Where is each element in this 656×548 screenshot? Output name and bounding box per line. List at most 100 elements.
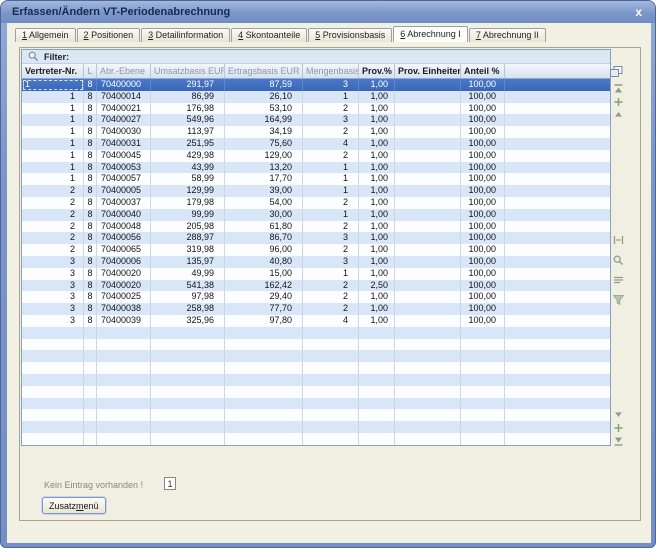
table-row[interactable]: 3870400039325,9697,8041,00100,00	[22, 315, 610, 327]
grid-filter-row[interactable]: Filter:	[22, 50, 610, 64]
scroll-bottom-icon[interactable]	[613, 436, 626, 448]
close-button[interactable]: x	[635, 1, 642, 23]
cell-vertreter: 1	[22, 103, 84, 115]
empty-row[interactable]	[22, 327, 610, 339]
empty-row[interactable]	[22, 409, 610, 421]
column-width-icon[interactable]	[613, 235, 626, 247]
column-header-mengen[interactable]: Mengenbasis	[303, 64, 359, 78]
tab-skontoanteile[interactable]: 4 Skontoanteile	[231, 28, 307, 42]
cell-ebene: 70400021	[97, 103, 151, 115]
column-header-einheiten[interactable]: Prov. Einheiten	[395, 64, 461, 78]
cell-ebene: 70400045	[97, 150, 151, 162]
table-row[interactable]: 3870400038258,9877,7021,00100,00	[22, 303, 610, 315]
records-icon[interactable]	[613, 275, 626, 287]
cell-anteil: 100,00	[461, 91, 505, 103]
empty-row[interactable]	[22, 386, 610, 398]
table-row[interactable]: 2870400056288,9786,7031,00100,00	[22, 232, 610, 244]
cell-filler	[505, 114, 610, 126]
cell-mengen	[303, 339, 359, 351]
cell-ebene: 70400031	[97, 138, 151, 150]
cell-einheiten	[395, 339, 461, 351]
table-row[interactable]: 2870400048205,9861,8021,00100,00	[22, 221, 610, 233]
cell-l	[84, 327, 97, 339]
page-indicator: 1	[164, 477, 176, 490]
tab-abrechnung-ii[interactable]: 7 Abrechnung II	[469, 28, 546, 42]
empty-row[interactable]	[22, 350, 610, 362]
table-row[interactable]: 187040005343,9913,2011,00100,00	[22, 162, 610, 174]
column-header-ebene[interactable]: Abr.-Ebene	[97, 64, 151, 78]
row-up-icon[interactable]	[613, 110, 626, 122]
column-header-ertrag[interactable]: Ertragsbasis EUR	[225, 64, 303, 78]
cell-l: 8	[84, 79, 97, 91]
empty-row[interactable]	[22, 362, 610, 374]
cell-ertrag: 29,40	[225, 291, 303, 303]
cell-einheiten	[395, 138, 461, 150]
cell-ebene	[97, 433, 151, 445]
cell-ertrag: 34,19	[225, 126, 303, 138]
column-header-vertreter[interactable]: Vertreter-Nr.	[22, 64, 84, 78]
table-row[interactable]: 3870400020541,38162,4222,50100,00	[22, 280, 610, 292]
table-row[interactable]: 2870400065319,9896,0021,00100,00	[22, 244, 610, 256]
empty-row[interactable]	[22, 421, 610, 433]
column-header-umsatz[interactable]: Umsatzbasis EUR	[151, 64, 225, 78]
column-header-prov[interactable]: Prov.%	[359, 64, 395, 78]
cell-anteil	[461, 409, 505, 421]
cell-vertreter: 2	[22, 197, 84, 209]
cell-anteil: 100,00	[461, 173, 505, 185]
tab-detailinformation[interactable]: 3 Detailinformation	[141, 28, 230, 42]
cell-filler	[505, 103, 610, 115]
table-row[interactable]: 187040001486,9926,1011,00100,00	[22, 91, 610, 103]
table-row[interactable]: 1870400045429,98129,0021,00100,00	[22, 150, 610, 162]
column-chooser-icon[interactable]	[610, 66, 623, 78]
page-down-icon[interactable]	[613, 423, 626, 435]
cell-ebene: 70400040	[97, 209, 151, 221]
filter-icon[interactable]	[613, 295, 626, 307]
cell-mengen: 2	[303, 291, 359, 303]
table-row[interactable]: 187040005758,9917,7011,00100,00	[22, 173, 610, 185]
cell-l: 8	[84, 150, 97, 162]
table-row[interactable]: 1870400030113,9734,1921,00100,00	[22, 126, 610, 138]
cell-prov	[359, 421, 395, 433]
empty-row[interactable]	[22, 339, 610, 351]
cell-vertreter: 2	[22, 232, 84, 244]
scroll-top-icon[interactable]	[613, 84, 626, 96]
cell-mengen: 1	[303, 268, 359, 280]
column-header-anteil[interactable]: Anteil %	[461, 64, 505, 78]
cell-ebene: 70400065	[97, 244, 151, 256]
cell-vertreter: 1	[22, 150, 84, 162]
tab-positionen[interactable]: 2 Positionen	[77, 28, 141, 42]
page-up-icon[interactable]	[613, 97, 626, 109]
table-row[interactable]: 1870400031251,9575,6041,00100,00	[22, 138, 610, 150]
table-row[interactable]: 1870400000291,9787,5931,00100,00	[22, 79, 610, 91]
table-row[interactable]: 387040002049,9915,0011,00100,00	[22, 268, 610, 280]
cell-anteil: 100,00	[461, 114, 505, 126]
tab-abrechnung-i[interactable]: 6 Abrechnung I	[393, 26, 468, 42]
title-bar[interactable]: Erfassen/Ändern VT-Periodenabrechnung x	[1, 1, 655, 23]
cell-anteil: 100,00	[461, 126, 505, 138]
cell-mengen: 4	[303, 315, 359, 327]
cell-einheiten	[395, 386, 461, 398]
tab-allgemein[interactable]: 1 Allgemein	[15, 28, 76, 42]
table-row[interactable]: 1870400021176,9853,1021,00100,00	[22, 103, 610, 115]
cell-l: 8	[84, 244, 97, 256]
zusatzmenu-button[interactable]: Zusatzmenü	[42, 497, 106, 514]
cell-prov: 1,00	[359, 79, 395, 91]
table-row[interactable]: 2870400005129,9939,0011,00100,00	[22, 185, 610, 197]
empty-row[interactable]	[22, 374, 610, 386]
table-row[interactable]: 287040004099,9930,0011,00100,00	[22, 209, 610, 221]
cell-ertrag	[225, 374, 303, 386]
column-header-l[interactable]: L	[84, 64, 97, 78]
cell-prov: 1,00	[359, 291, 395, 303]
empty-row[interactable]	[22, 433, 610, 445]
tab-provisionsbasis[interactable]: 5 Provisionsbasis	[308, 28, 392, 42]
table-row[interactable]: 2870400037179,9854,0021,00100,00	[22, 197, 610, 209]
cell-anteil: 100,00	[461, 244, 505, 256]
grid-search-icon[interactable]	[613, 255, 626, 267]
table-row[interactable]: 3870400006135,9740,8031,00100,00	[22, 256, 610, 268]
cell-mengen: 3	[303, 256, 359, 268]
table-row[interactable]: 1870400027549,96164,9931,00100,00	[22, 114, 610, 126]
empty-row[interactable]	[22, 398, 610, 410]
table-row[interactable]: 387040002597,9829,4021,00100,00	[22, 291, 610, 303]
row-down-icon[interactable]	[613, 410, 626, 422]
cell-anteil: 100,00	[461, 256, 505, 268]
